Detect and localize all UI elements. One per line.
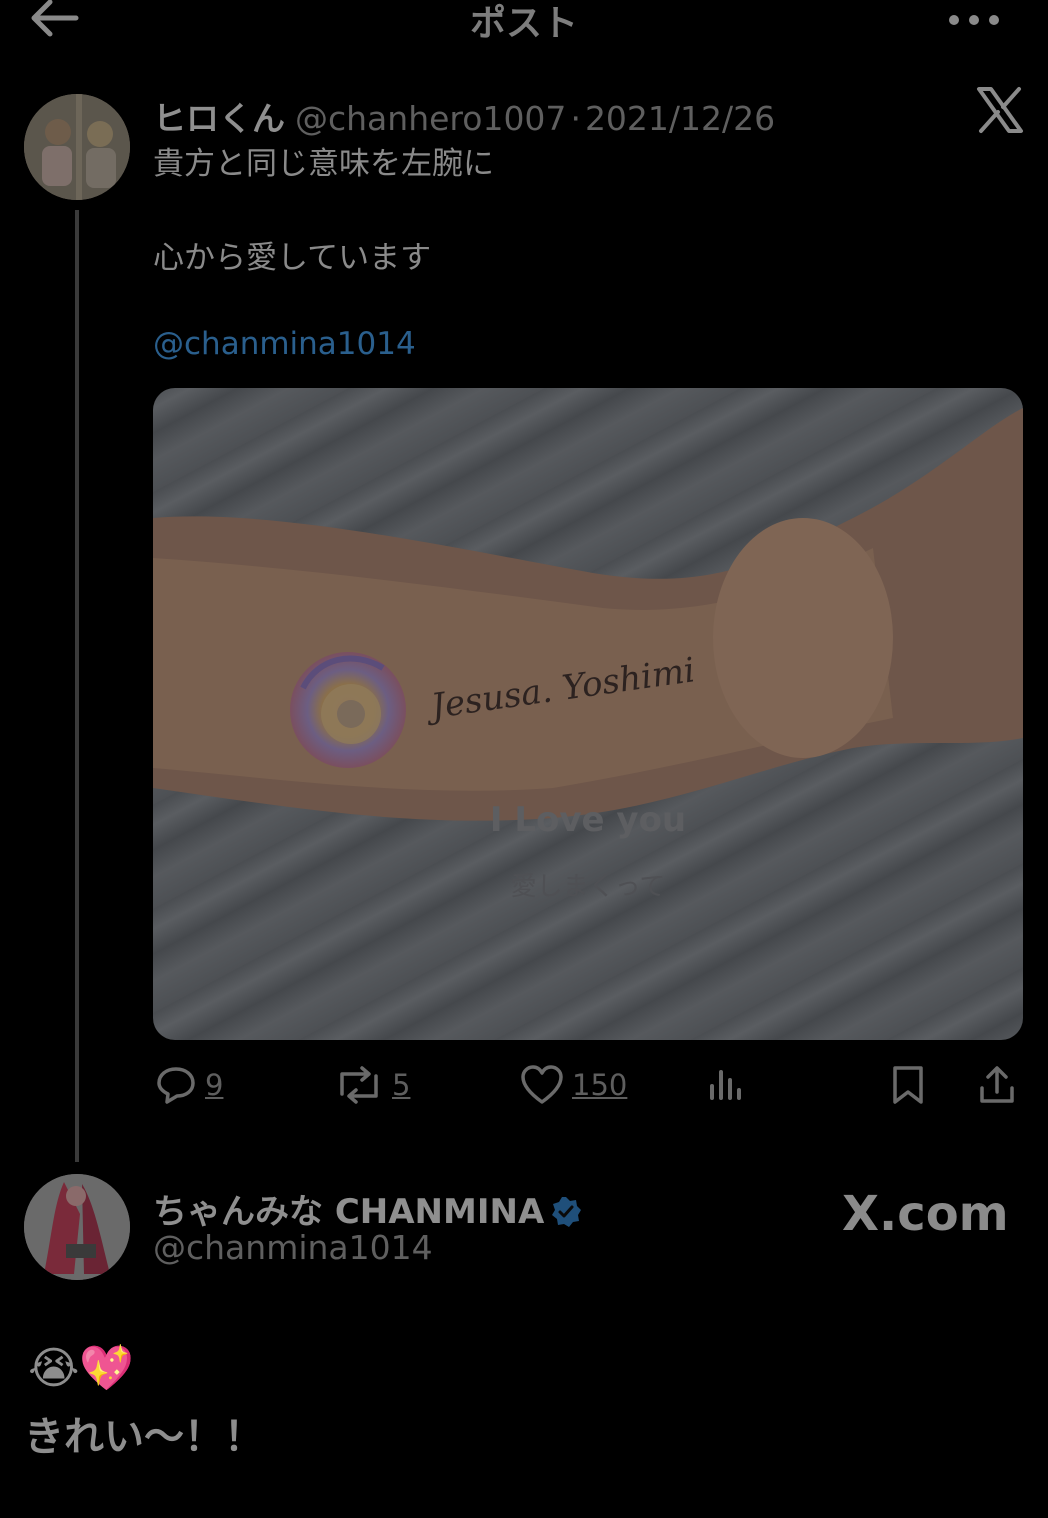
avatar-image — [24, 94, 130, 200]
views-button[interactable] — [706, 1062, 744, 1108]
post-text-line1: 貴方と同じ意味を左腕に — [153, 146, 494, 182]
heart-icon — [521, 1065, 563, 1104]
repost-button[interactable]: 5 — [334, 1062, 410, 1108]
image-caption-2: 愛しまくって — [510, 872, 666, 902]
image-caption-1: I Love you — [489, 800, 687, 840]
x-logo-icon — [974, 84, 1026, 136]
thread-line — [75, 210, 79, 1162]
post-image[interactable]: Jesusa. Yoshimi — [153, 388, 1023, 1040]
reply-author[interactable]: ちゃんみな CHANMINA — [153, 1184, 582, 1233]
more-options-button[interactable] — [946, 10, 1002, 30]
reply-avatar-image — [24, 1174, 130, 1280]
post-header: ヒロくん @chanhero1007 · 2021/12/26 — [153, 92, 775, 140]
share-button[interactable] — [976, 1062, 1018, 1108]
author-name[interactable]: ヒロくん — [153, 99, 285, 138]
like-count: 150 — [572, 1068, 628, 1102]
reply-text: きれい〜！！ — [24, 1414, 264, 1460]
more-dots-icon — [949, 15, 999, 25]
bookmark-button[interactable] — [889, 1062, 927, 1108]
reply-author-handle[interactable]: @chanmina1014 — [153, 1228, 433, 1267]
reply-count: 9 — [205, 1068, 224, 1102]
x-com-watermark: X.com — [842, 1186, 1009, 1242]
verified-badge-icon — [552, 1197, 582, 1227]
avatar[interactable] — [24, 94, 130, 200]
post-date[interactable]: 2021/12/26 — [585, 99, 775, 138]
share-icon — [980, 1066, 1014, 1103]
meta-separator: · — [570, 99, 581, 138]
arm-tattoo-photo: Jesusa. Yoshimi — [153, 408, 1023, 821]
reply-emojis: 😭💖 — [28, 1343, 135, 1394]
post-text-line2: 心から愛しています — [153, 240, 432, 276]
reply-author-name: ちゃんみな CHANMINA — [153, 1192, 545, 1232]
author-handle[interactable]: @chanhero1007 — [295, 99, 566, 138]
analytics-icon — [710, 1070, 741, 1100]
bookmark-icon — [893, 1066, 923, 1104]
repost-icon — [340, 1066, 378, 1104]
reply-avatar[interactable] — [24, 1174, 130, 1280]
like-button[interactable]: 150 — [520, 1062, 627, 1108]
page-title: ポスト — [469, 3, 578, 44]
reply-button[interactable]: 9 — [155, 1062, 223, 1108]
repost-count: 5 — [392, 1068, 411, 1102]
reply-icon — [157, 1067, 195, 1104]
mention-link[interactable]: @chanmina1014 — [153, 326, 416, 362]
